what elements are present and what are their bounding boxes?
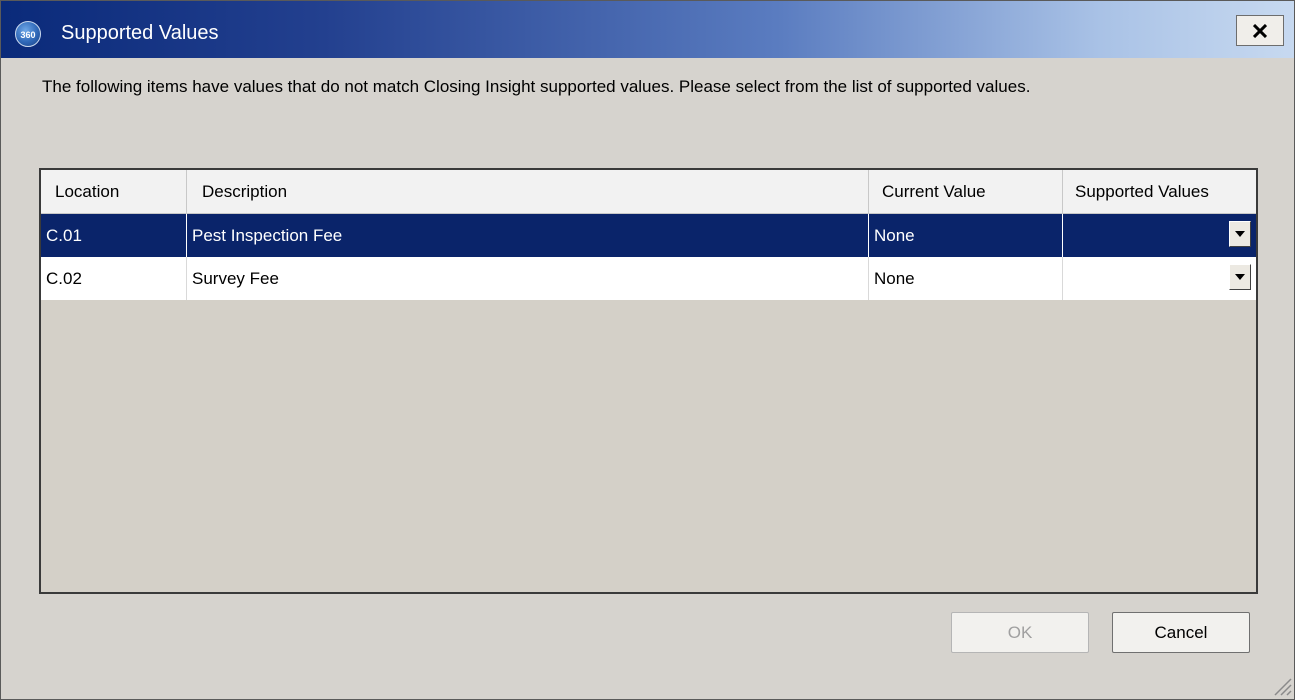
supported-values-select[interactable] <box>1063 214 1256 257</box>
supported-values-grid[interactable]: Location Description Current Value Suppo… <box>39 168 1258 594</box>
table-row[interactable]: C.02 Survey Fee None <box>41 257 1256 300</box>
grid-header: Location Description Current Value Suppo… <box>41 170 1256 214</box>
chevron-down-icon <box>1235 274 1245 280</box>
resize-grip-icon[interactable] <box>1269 673 1293 697</box>
cancel-button[interactable]: Cancel <box>1112 612 1250 653</box>
description-cell[interactable]: Pest Inspection Fee <box>187 214 869 257</box>
current-value-cell[interactable]: None <box>869 214 1063 257</box>
chevron-down-icon <box>1235 231 1245 237</box>
instruction-message: The following items have values that do … <box>42 77 1031 96</box>
description-cell[interactable]: Survey Fee <box>187 257 869 300</box>
title-bar[interactable]: 360 Supported Values <box>1 1 1294 58</box>
table-row[interactable]: C.01 Pest Inspection Fee None <box>41 214 1256 257</box>
ok-button[interactable]: OK <box>951 612 1089 653</box>
close-icon <box>1253 24 1267 38</box>
current-value-cell[interactable]: None <box>869 257 1063 300</box>
window-title: Supported Values <box>61 22 219 44</box>
app-logo-text: 360 <box>20 30 36 40</box>
dropdown-button[interactable] <box>1229 264 1251 290</box>
location-cell[interactable]: C.01 <box>41 214 187 257</box>
close-button[interactable] <box>1236 15 1284 46</box>
column-header-description[interactable]: Description <box>187 170 869 213</box>
supported-values-select[interactable] <box>1063 257 1256 300</box>
column-header-current-value[interactable]: Current Value <box>869 170 1063 213</box>
dropdown-button[interactable] <box>1229 221 1251 247</box>
app-logo-icon: 360 <box>15 21 41 47</box>
location-cell[interactable]: C.02 <box>41 257 187 300</box>
column-header-supported-values[interactable]: Supported Values <box>1063 170 1256 213</box>
supported-values-dialog: 360 Supported Values The following items… <box>0 0 1295 700</box>
column-header-location[interactable]: Location <box>41 170 187 213</box>
